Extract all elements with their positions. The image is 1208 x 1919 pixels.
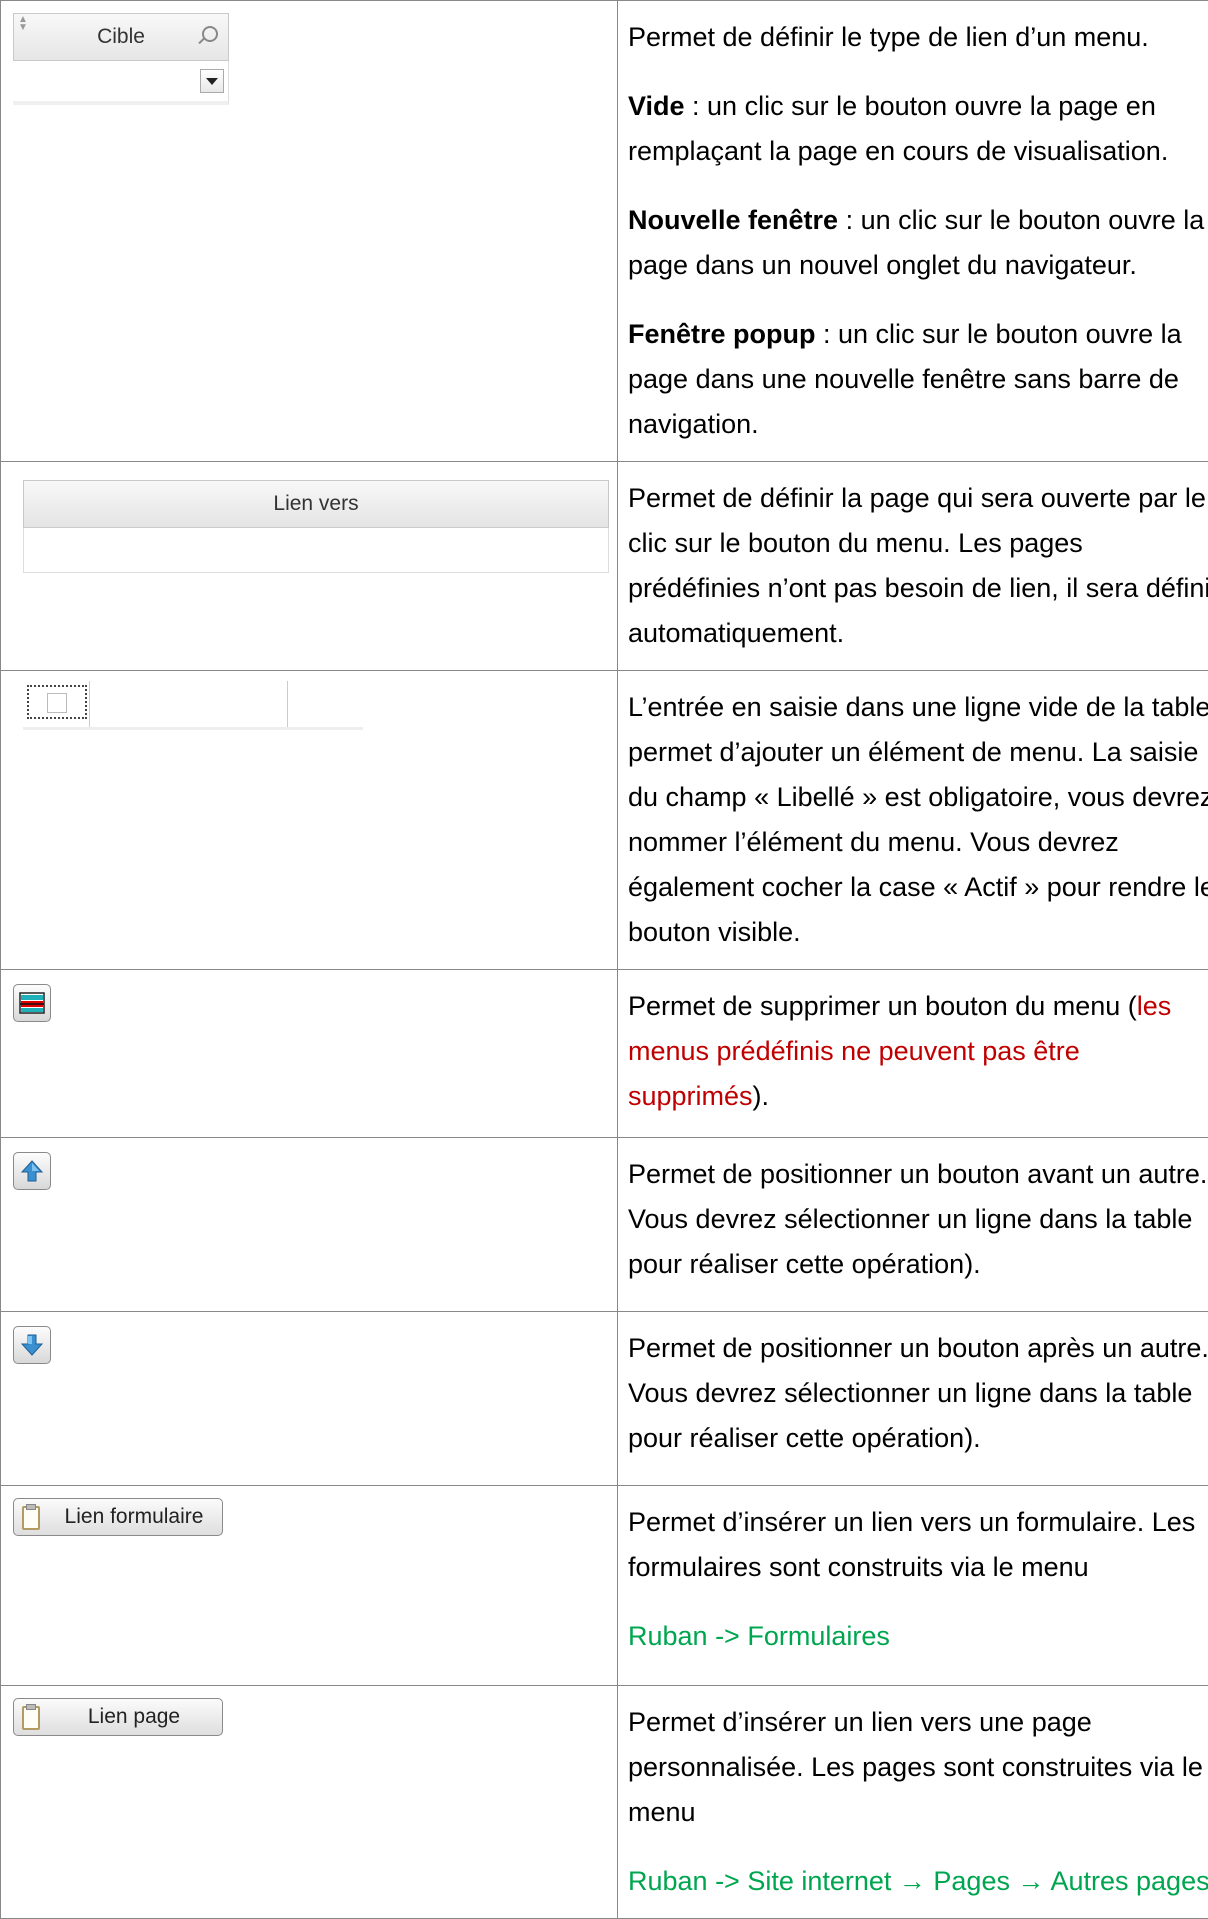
lien-vers-column-header[interactable]: Lien vers: [23, 480, 609, 528]
description-paragraph: Permet d’insérer un lien vers un formula…: [628, 1500, 1208, 1590]
description-cell: L’entrée en saisie dans une ligne vide d…: [618, 671, 1208, 970]
table-row: ▲▼ Cible Permet de définir le type de li…: [1, 1, 1208, 462]
table-row: Permet de positionner un bouton après un…: [1, 1312, 1208, 1486]
table-row: Lien formulaire Permet d’insérer un lien…: [1, 1486, 1208, 1686]
term-label: Nouvelle fenêtre: [628, 205, 838, 235]
description-cell: Permet d’insérer un lien vers un formula…: [618, 1486, 1208, 1686]
search-icon[interactable]: [202, 26, 218, 42]
arrow-up-icon: [20, 1159, 44, 1183]
left-cell: ▲▼ Cible: [1, 1, 618, 462]
left-cell: Lien vers: [1, 462, 618, 671]
table-row: Permet de positionner un bouton avant un…: [1, 1138, 1208, 1312]
table-row: Permet de supprimer un bouton du menu (l…: [1, 970, 1208, 1138]
description-text: Permet d’insérer un lien vers un formula…: [628, 1507, 1195, 1582]
term-label: Fenêtre popup: [628, 319, 816, 349]
sort-arrows-icon[interactable]: ▲▼: [18, 16, 28, 32]
description-paragraph: Ruban -> Site internet → Pages → Autres …: [628, 1859, 1208, 1904]
description-text: : un clic sur le bouton ouvre la page en…: [628, 91, 1168, 166]
button-label: Lien page: [50, 1699, 218, 1735]
description-paragraph: L’entrée en saisie dans une ligne vide d…: [628, 685, 1208, 955]
focused-cell[interactable]: [27, 685, 87, 719]
left-cell: Lien formulaire: [1, 1486, 618, 1686]
description-text: Permet de supprimer un bouton du menu (: [628, 991, 1137, 1021]
lien-formulaire-button[interactable]: Lien formulaire: [13, 1498, 223, 1536]
table-row: Lien page Permet d’insérer un lien vers …: [1, 1686, 1208, 1919]
cible-header-label: Cible: [97, 25, 145, 49]
description-text: Permet de définir la page qui sera ouver…: [628, 483, 1208, 648]
lien-vers-header-label: Lien vers: [273, 492, 358, 516]
lien-page-button[interactable]: Lien page: [13, 1698, 223, 1736]
cible-filter-cell[interactable]: [13, 61, 229, 105]
description-cell: Permet de positionner un bouton après un…: [618, 1312, 1208, 1486]
menu-path-text: Ruban -> Site internet → Pages → Autres …: [628, 1866, 1208, 1896]
chevron-down-icon[interactable]: [200, 69, 224, 93]
column-divider: [89, 681, 90, 727]
description-paragraph: Ruban -> Formulaires: [628, 1614, 1208, 1659]
description-paragraph: Nouvelle fenêtre : un clic sur le bouton…: [628, 198, 1208, 288]
description-paragraph: Vide : un clic sur le bouton ouvre la pa…: [628, 84, 1208, 174]
description-paragraph: Permet de positionner un bouton avant un…: [628, 1152, 1208, 1287]
left-cell: [1, 1138, 618, 1312]
description-paragraph: Permet d’insérer un lien vers une page p…: [628, 1700, 1208, 1835]
description-paragraph: Permet de définir le type de lien d’un m…: [628, 15, 1208, 60]
empty-table-row[interactable]: [23, 681, 363, 730]
left-cell: [1, 1312, 618, 1486]
left-cell: Lien page: [1, 1686, 618, 1919]
description-text: L’entrée en saisie dans une ligne vide d…: [628, 692, 1208, 947]
description-text: ).: [753, 1081, 770, 1111]
cible-column-header[interactable]: ▲▼ Cible: [13, 13, 229, 61]
description-cell: Permet d’insérer un lien vers une page p…: [618, 1686, 1208, 1919]
description-paragraph: Permet de définir la page qui sera ouver…: [628, 476, 1208, 656]
description-cell: Permet de définir le type de lien d’un m…: [618, 1, 1208, 462]
description-cell: Permet de définir la page qui sera ouver…: [618, 462, 1208, 671]
documentation-table: ▲▼ Cible Permet de définir le type de li…: [0, 0, 1208, 1919]
table-row: Lien vers Permet de définir la page qui …: [1, 462, 1208, 671]
description-text: Permet de positionner un bouton avant un…: [628, 1159, 1207, 1279]
delete-row-button[interactable]: [13, 984, 51, 1022]
term-label: Vide: [628, 91, 685, 121]
document-icon: [22, 1506, 40, 1530]
document-icon: [22, 1706, 40, 1730]
column-divider: [287, 681, 288, 727]
active-checkbox[interactable]: [47, 693, 67, 713]
description-paragraph: Permet de supprimer un bouton du menu (l…: [628, 984, 1208, 1119]
lien-vers-input-cell[interactable]: [23, 528, 609, 573]
description-cell: Permet de supprimer un bouton du menu (l…: [618, 970, 1208, 1138]
cible-column-widget: ▲▼ Cible: [13, 13, 229, 105]
description-cell: Permet de positionner un bouton avant un…: [618, 1138, 1208, 1312]
description-paragraph: Fenêtre popup : un clic sur le bouton ou…: [628, 312, 1208, 447]
description-text: Permet de définir le type de lien d’un m…: [628, 22, 1149, 52]
delete-row-icon: [19, 991, 45, 1015]
left-cell: [1, 970, 618, 1138]
move-up-button[interactable]: [13, 1152, 51, 1190]
description-text: Permet de positionner un bouton après un…: [628, 1333, 1208, 1453]
move-down-button[interactable]: [13, 1326, 51, 1364]
description-text: Permet d’insérer un lien vers une page p…: [628, 1707, 1203, 1827]
description-paragraph: Permet de positionner un bouton après un…: [628, 1326, 1208, 1461]
arrow-down-icon: [20, 1333, 44, 1357]
table-row: L’entrée en saisie dans une ligne vide d…: [1, 671, 1208, 970]
left-cell: [1, 671, 618, 970]
menu-path-text: Ruban -> Formulaires: [628, 1621, 890, 1651]
button-label: Lien formulaire: [50, 1499, 218, 1535]
lien-vers-column-widget: Lien vers: [23, 480, 609, 573]
